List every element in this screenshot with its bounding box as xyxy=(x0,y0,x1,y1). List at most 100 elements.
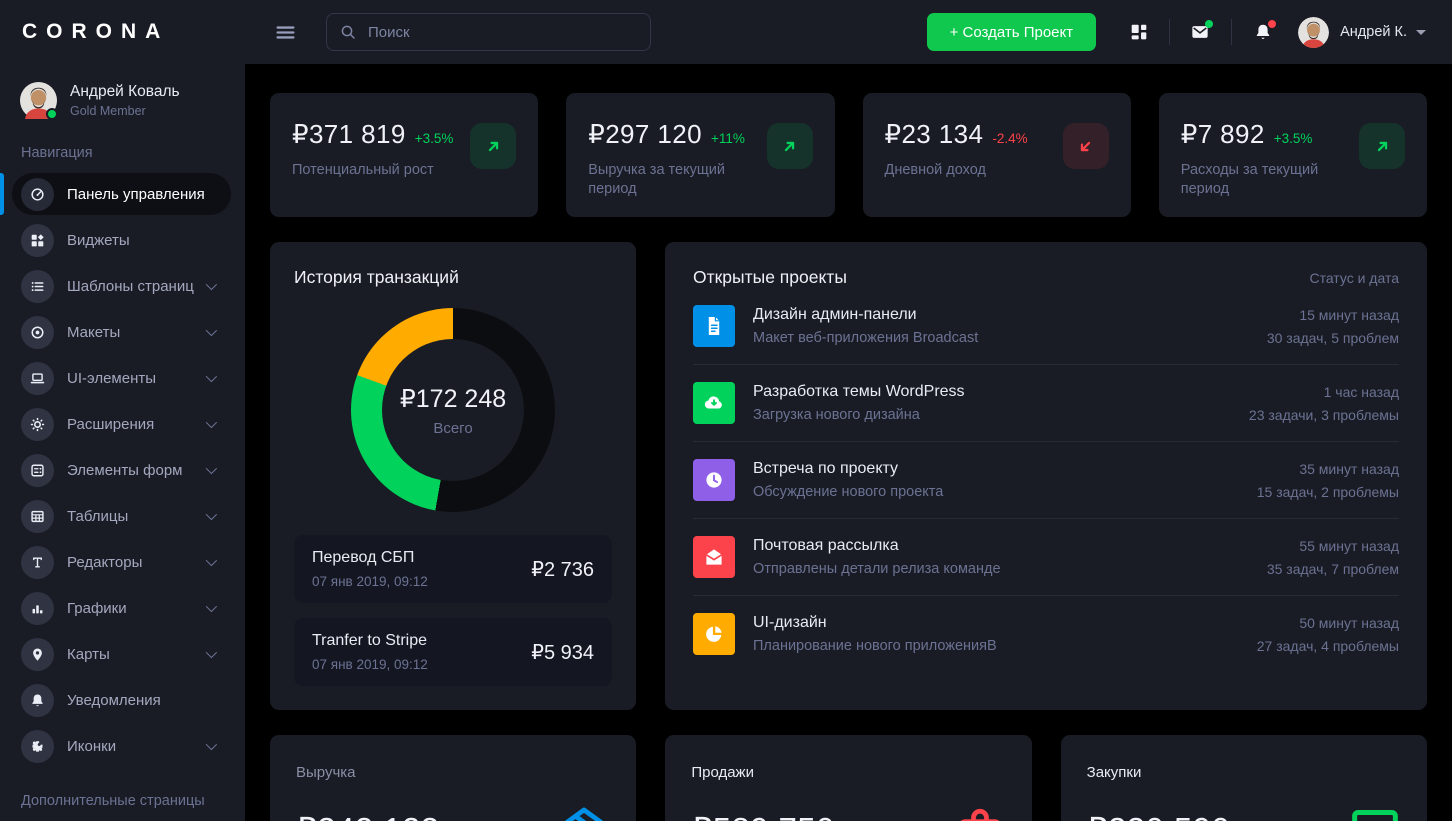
chart-icon xyxy=(30,601,45,616)
project-title: Почтовая рассылка xyxy=(753,537,1001,555)
nav-icon-circle xyxy=(21,684,54,717)
project-icon-tile xyxy=(693,613,735,655)
project-time: 1 час назад xyxy=(1249,384,1399,400)
puzzle-icon xyxy=(30,739,45,754)
project-status: 27 задач, 4 проблемы xyxy=(1257,638,1399,654)
sidebar-item-layouts[interactable]: Макеты xyxy=(12,311,231,353)
speedometer-icon xyxy=(30,187,45,202)
summary-icon-wrap xyxy=(558,803,610,821)
sidebar-item-label: Иконки xyxy=(67,738,116,755)
projects-header: Открытые проекты Статус и дата xyxy=(693,267,1399,288)
transaction-amount: ₽2 736 xyxy=(531,557,594,582)
project-title: Разработка темы WordPress xyxy=(753,383,965,401)
project-info: Встреча по проектуОбсуждение нового прое… xyxy=(753,460,943,500)
sidebar-item-extensions[interactable]: Расширения xyxy=(12,403,231,445)
user-menu[interactable]: Андрей К. xyxy=(1298,17,1426,48)
transaction-info: Tranfer to Stripe07 янв 2019, 09:12 xyxy=(312,632,428,672)
transaction-row: Перевод СБП07 янв 2019, 09:12₽2 736 xyxy=(294,535,612,603)
transactions-card: История транзакций ₽172 248 Всего Перево… xyxy=(270,242,636,710)
donut-total-label: Всего xyxy=(433,420,472,437)
stat-delta: -2.4% xyxy=(992,131,1027,146)
navbar-divider xyxy=(1231,19,1232,45)
donut-center: ₽172 248 Всего xyxy=(351,308,555,512)
project-row: Разработка темы WordPress Загрузка нового… xyxy=(693,365,1399,442)
sidebar-item-charts[interactable]: Графики xyxy=(12,587,231,629)
transaction-date: 07 янв 2019, 09:12 xyxy=(312,657,428,672)
create-project-button[interactable]: + Создать Проект xyxy=(927,13,1097,51)
project-status: 23 задачи, 3 проблемы xyxy=(1249,407,1399,423)
bell-icon[interactable] xyxy=(1254,23,1272,41)
document-icon xyxy=(702,314,726,338)
chevron-down-icon xyxy=(206,371,217,382)
search-input[interactable] xyxy=(366,23,637,42)
nav-icon-circle xyxy=(21,362,54,395)
summary-value: ₽342 123 xyxy=(296,810,439,821)
stat-delta: +3.5% xyxy=(1274,131,1313,146)
map-pin-icon xyxy=(30,647,45,662)
arrow-up-right-icon xyxy=(484,137,503,156)
sidebar-item-page-templates[interactable]: Шаблоны страниц xyxy=(12,265,231,307)
mail-icon[interactable] xyxy=(1191,23,1209,41)
sidebar-item-dashboard[interactable]: Панель управления xyxy=(12,173,231,215)
sidebar-profile[interactable]: Андрей Коваль Gold Member xyxy=(0,64,245,119)
project-description: Загрузка нового дизайна xyxy=(753,407,965,423)
summary-value-row: ₽230 590-2.1% xyxy=(1087,803,1401,821)
project-title: UI-дизайн xyxy=(753,614,997,632)
stat-card: ₽7 892+3.5%Расходы за текущий период xyxy=(1159,93,1427,217)
profile-membership: Gold Member xyxy=(70,104,180,118)
chevron-down-icon xyxy=(206,509,217,520)
sidebar-item-label: Таблицы xyxy=(67,508,128,525)
summary-row: Выручка₽342 123+3.5%Продажи₽589 750+8.3%… xyxy=(270,735,1427,821)
sidebar-item-label: UI-элементы xyxy=(67,370,156,387)
table-icon xyxy=(30,509,45,524)
summary-label: Продажи xyxy=(691,764,1005,781)
sidebar-item-maps[interactable]: Карты xyxy=(12,633,231,675)
project-time: 35 минут назад xyxy=(1257,461,1399,477)
project-info: UI-дизайнПланирование нового приложенияВ xyxy=(753,614,997,654)
projects-title: Открытые проекты xyxy=(693,267,847,288)
top-navbar: CORONA + Создать Проект Андрей К. xyxy=(0,0,1452,64)
corona-dashboard-page: CORONA + Создать Проект Андрей К. xyxy=(0,0,1452,821)
clock-icon xyxy=(702,468,726,492)
apps-grid-icon[interactable] xyxy=(1130,23,1148,41)
nav-icon-circle xyxy=(21,178,54,211)
sidebar-item-form-elements[interactable]: Элементы форм xyxy=(12,449,231,491)
nav-icon-circle xyxy=(21,500,54,533)
summary-card: Продажи₽589 750+8.3% xyxy=(665,735,1031,821)
project-row: UI-дизайнПланирование нового приложенияВ… xyxy=(693,596,1399,672)
stat-delta: +11% xyxy=(711,131,745,146)
sidebar-item-icons[interactable]: Иконки xyxy=(12,725,231,767)
donut-total: ₽172 248 xyxy=(400,384,506,414)
summary-value: ₽230 590 xyxy=(1087,810,1230,821)
widgets-icon xyxy=(30,233,45,248)
nav-section-label: Дополнительные страницы xyxy=(21,793,245,809)
summary-value: ₽589 750 xyxy=(691,810,834,821)
project-icon-tile xyxy=(693,536,735,578)
summary-value-row: ₽342 123+3.5% xyxy=(296,803,610,821)
project-status-block: 35 минут назад15 задач, 2 проблемы xyxy=(1257,461,1399,500)
projects-list: Дизайн админ-панелиМакет веб-приложения … xyxy=(693,288,1399,672)
donut-chart-wrap: ₽172 248 Всего xyxy=(351,308,555,512)
transactions-title: История транзакций xyxy=(294,267,612,288)
navbar-right: + Создать Проект Андрей К. xyxy=(927,13,1426,51)
sidebar-item-label: Редакторы xyxy=(67,554,142,571)
project-info: Дизайн админ-панелиМакет веб-приложения … xyxy=(753,306,978,346)
sidebar-item-editors[interactable]: Редакторы xyxy=(12,541,231,583)
sidebar-item-label: Графики xyxy=(67,600,127,617)
nav-icon-circle xyxy=(21,546,54,579)
project-status-block: 50 минут назад27 задач, 4 проблемы xyxy=(1257,615,1399,654)
sidebar-item-notifications[interactable]: Уведомления xyxy=(12,679,231,721)
navbar-content: + Создать Проект Андрей К. xyxy=(245,0,1452,64)
sidebar-item-ui-elements[interactable]: UI-элементы xyxy=(12,357,231,399)
sidebar-item-tables[interactable]: Таблицы xyxy=(12,495,231,537)
briefcase-icon xyxy=(954,803,1006,821)
project-time: 15 минут назад xyxy=(1267,307,1399,323)
project-status-block: 55 минут назад35 задач, 7 проблем xyxy=(1267,538,1399,577)
sidebar-item-widgets[interactable]: Виджеты xyxy=(12,219,231,261)
project-row: Встреча по проектуОбсуждение нового прое… xyxy=(693,442,1399,519)
profile-text: Андрей Коваль Gold Member xyxy=(70,83,180,118)
project-info: Почтовая рассылкаОтправлены детали релиз… xyxy=(753,537,1001,577)
navbar-divider xyxy=(1169,19,1170,45)
sidebar-item-label: Элементы форм xyxy=(67,462,182,479)
hamburger-menu-icon[interactable] xyxy=(275,22,296,43)
